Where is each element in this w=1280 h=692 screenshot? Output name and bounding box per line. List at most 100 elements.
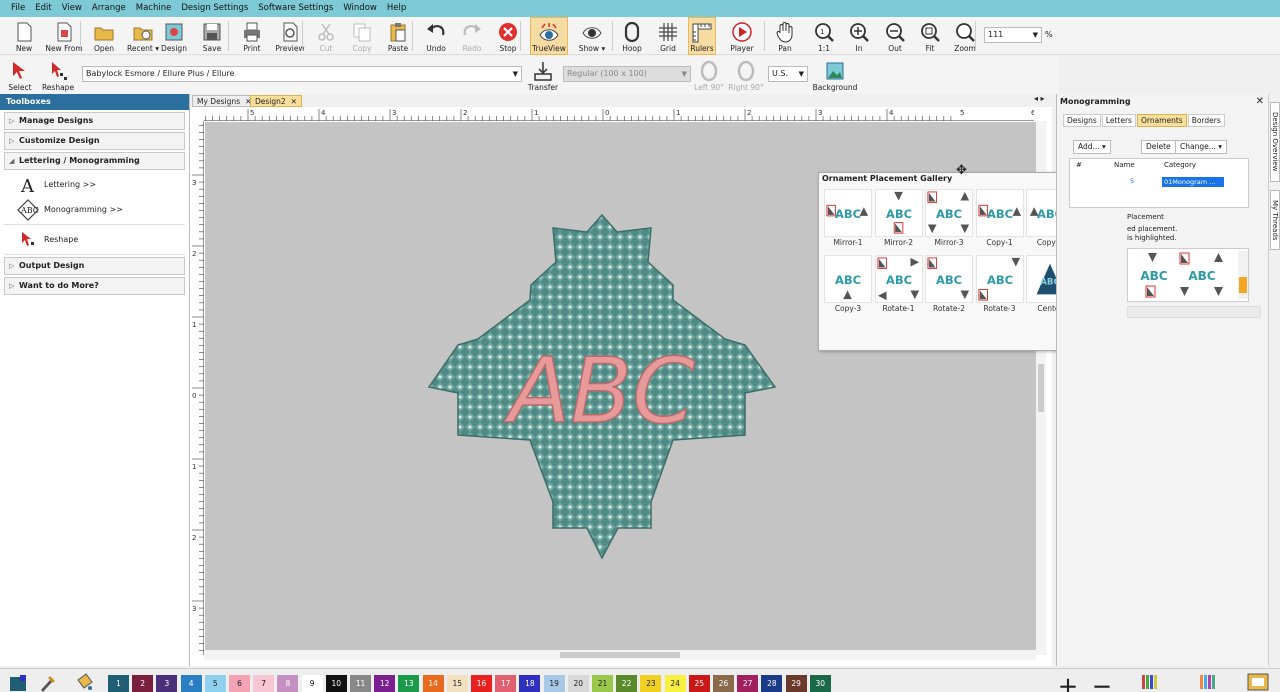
section-customize-design[interactable]: ▷ Customize Design (4, 132, 185, 150)
toolbar-copy-button[interactable]: Copy (348, 17, 376, 55)
thread-swatch[interactable]: 15 (446, 675, 468, 692)
tab-borders[interactable]: Borders (1187, 114, 1225, 127)
thread-swatch[interactable]: 18 (519, 675, 541, 692)
thread-swatch[interactable]: 2 (132, 675, 154, 692)
menu-item-edit[interactable]: Edit (30, 0, 56, 17)
section-output-design[interactable]: ▷ Output Design (4, 257, 185, 275)
thread-settings-icon[interactable] (1246, 672, 1270, 692)
menu-item-view[interactable]: View (57, 0, 87, 17)
thread-sort-icon[interactable] (1140, 673, 1162, 692)
remove-thread-icon[interactable]: － (1092, 671, 1112, 692)
thread-match-icon[interactable] (1198, 673, 1220, 692)
thread-swatch[interactable]: 14 (422, 675, 444, 692)
toolbar-grid-button[interactable]: Grid (654, 17, 682, 55)
thread-swatch[interactable]: 10 (325, 675, 347, 692)
toolbar-in-button[interactable]: In (845, 17, 873, 55)
thread-palette-icon[interactable] (6, 673, 28, 692)
gallery-item-mirror-2[interactable]: ABC Mirror-2 (874, 189, 923, 251)
thread-swatch[interactable]: 27 (737, 675, 759, 692)
scroll-thumb[interactable] (560, 652, 680, 658)
delete-ornament-button[interactable]: Delete (1141, 140, 1176, 154)
toolbar-paste-button[interactable]: Paste (384, 17, 412, 55)
thread-swatch[interactable]: 29 (785, 675, 807, 692)
toolbar-show-button[interactable]: Show ▾ (578, 17, 606, 55)
horizontal-scrollbar[interactable] (204, 650, 1036, 660)
select-tool-button[interactable]: Select (6, 56, 34, 94)
thread-swatch[interactable]: 3 (156, 675, 178, 692)
zoom-level-combo[interactable]: 111 ▼ (984, 27, 1042, 43)
toolbox-item-monogramming[interactable]: ABC Monogramming >> (0, 197, 189, 222)
thread-swatch[interactable]: 28 (761, 675, 783, 692)
toolbar-preview-button[interactable]: Preview (270, 17, 310, 55)
tab-designs[interactable]: Designs (1063, 114, 1101, 127)
section-want-more[interactable]: ▷ Want to do More? (4, 277, 185, 295)
row-number[interactable]: 5 (1130, 177, 1134, 185)
thread-swatch[interactable]: 20 (567, 675, 589, 692)
menu-item-software-settings[interactable]: Software Settings (253, 0, 338, 17)
gallery-item-rotate-2[interactable]: ABC Rotate-2 (925, 255, 973, 317)
tab-my-designs[interactable]: My Designs ✕ (192, 95, 257, 107)
toolbar-design-button[interactable]: Design (160, 17, 188, 55)
reshape-tool-button[interactable]: Reshape (42, 56, 74, 94)
thread-swatch[interactable]: 16 (471, 675, 492, 692)
thread-swatch[interactable]: 12 (374, 675, 396, 692)
thread-swatch[interactable]: 6 (229, 675, 250, 692)
background-button[interactable]: Background (812, 56, 858, 94)
list-item[interactable]: 01Monogram ... (1162, 177, 1224, 187)
menu-item-design-settings[interactable]: Design Settings (176, 0, 253, 17)
transfer-button[interactable]: Transfer (526, 56, 560, 94)
tab-letters[interactable]: Letters (1101, 114, 1136, 127)
toolbar-player-button[interactable]: Player (728, 17, 756, 55)
toolbar-cut-button[interactable]: Cut (312, 17, 340, 55)
toolbar-save-button[interactable]: Save (198, 17, 226, 55)
eyedropper-icon[interactable] (38, 672, 58, 692)
scroll-thumb[interactable] (1239, 277, 1247, 293)
thread-swatch[interactable]: 13 (398, 675, 420, 692)
thread-swatch[interactable]: 11 (350, 675, 371, 692)
add-ornament-button[interactable]: Add... ▾ (1073, 140, 1111, 154)
thread-swatch[interactable]: 24 (664, 675, 686, 692)
thread-swatch[interactable]: 22 (616, 675, 638, 692)
toolbar-open-button[interactable]: Open (90, 17, 118, 55)
toolbar-stop-button[interactable]: Stop (494, 17, 522, 55)
tab-design2[interactable]: Design2 ✕ (250, 95, 302, 107)
toolbar-pan-button[interactable]: Pan (771, 17, 799, 55)
menu-item-arrange[interactable]: Arrange (87, 0, 131, 17)
toolbox-item-lettering[interactable]: A Lettering >> (0, 172, 189, 197)
tab-design-overview[interactable]: Design Overview (1270, 102, 1280, 182)
close-icon[interactable]: ✕ (291, 97, 297, 106)
style-combo[interactable]: Regular (100 x 100) ▼ (563, 66, 691, 82)
gallery-item-rotate-1[interactable]: ABC Rotate-1 (874, 255, 923, 317)
toolbox-item-reshape[interactable]: Reshape (0, 227, 189, 252)
menu-item-window[interactable]: Window (338, 0, 382, 17)
add-thread-icon[interactable]: ＋ (1058, 671, 1078, 692)
gallery-item-copy-3[interactable]: ABC Copy-3 (824, 255, 872, 317)
toolbar-trueview-button[interactable]: TrueView (530, 17, 568, 55)
rotate-right-90-button[interactable]: Right 90° (728, 56, 764, 94)
thread-swatch[interactable]: 21 (592, 675, 613, 692)
rotate-left-90-button[interactable]: Left 90° (694, 56, 724, 94)
thread-swatch[interactable]: 1 (108, 675, 129, 692)
menu-item-file[interactable]: File (6, 0, 30, 17)
toolbar-newfrom-button[interactable]: New From (44, 17, 84, 55)
menu-item-help[interactable]: Help (382, 0, 411, 17)
thread-swatch[interactable]: 19 (543, 675, 565, 692)
gallery-item-copy-1[interactable]: ABC Copy-1 (975, 189, 1024, 251)
gallery-item-mirror-1[interactable]: ABC Mirror-1 (824, 189, 872, 251)
toolbar-new-button[interactable]: New (10, 17, 38, 55)
gallery-item-mirror-3[interactable]: ABC Mirror-3 (925, 189, 973, 251)
scroll-thumb[interactable] (1038, 364, 1044, 412)
section-manage-designs[interactable]: ▷ Manage Designs (4, 112, 185, 130)
section-lettering-monogramming[interactable]: ◢ Lettering / Monogramming (4, 152, 185, 170)
thread-swatch[interactable]: 4 (180, 675, 202, 692)
thread-swatch[interactable]: 30 (809, 675, 831, 692)
monogram-letters[interactable]: ABC (503, 338, 696, 445)
toolbar-fit-button[interactable]: Fit (916, 17, 944, 55)
toolbar-undo-button[interactable]: Undo (422, 17, 450, 55)
toolbar-print-button[interactable]: Print (238, 17, 266, 55)
thread-swatch[interactable]: 23 (640, 675, 662, 692)
fill-bucket-icon[interactable] (74, 672, 94, 692)
tab-ornaments[interactable]: Ornaments (1136, 114, 1187, 127)
toolbar-out-button[interactable]: Out (881, 17, 909, 55)
tab-scroll-arrows-icon[interactable]: ◂ ▸ (1034, 94, 1045, 103)
